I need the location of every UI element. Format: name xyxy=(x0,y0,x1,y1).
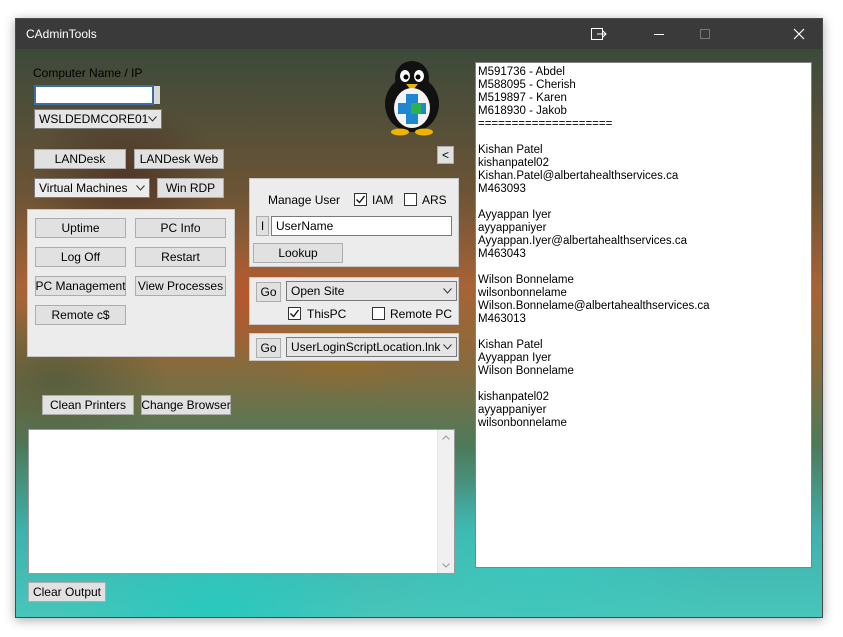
this-pc-checkbox[interactable] xyxy=(288,307,301,320)
output-line: M588095 - Cherish xyxy=(478,79,576,91)
maximize-button[interactable] xyxy=(682,19,728,49)
output-line: Ayyappan.Iyer@albertahealthservices.ca xyxy=(478,235,687,247)
script-select[interactable]: UserLoginScriptLocation.lnk xyxy=(286,337,457,357)
output-textbox[interactable] xyxy=(28,429,455,574)
collapse-button[interactable]: < xyxy=(437,146,454,164)
user-lookup-output[interactable]: M591736 - Abdel M588095 - Cherish M51989… xyxy=(475,62,812,568)
lookup-button[interactable]: Lookup xyxy=(253,243,343,263)
remote-c-button[interactable]: Remote c$ xyxy=(35,305,126,325)
penguin-logo xyxy=(378,56,446,136)
virtual-machines-value: Virtual Machines xyxy=(39,181,128,195)
output-line: Kishan Patel xyxy=(478,144,543,156)
landesk-web-button[interactable]: LANDesk Web xyxy=(134,149,224,169)
go-button[interactable]: Go xyxy=(256,282,281,302)
computer-name-label: Computer Name / IP xyxy=(33,66,143,80)
computer-select[interactable]: WSLDEDMCORE01 xyxy=(34,109,162,129)
chevron-down-icon xyxy=(136,185,145,191)
output-line: wilsonbonnelame xyxy=(478,417,567,429)
output-line: Kishan Patel xyxy=(478,339,543,351)
client-area: Computer Name / IP WSLDEDMCORE01 < LANDe… xyxy=(16,49,822,617)
output-line: M463043 xyxy=(478,248,526,260)
open-site-panel: Go Open Site ThisPC Remote PC xyxy=(249,277,459,325)
app-window: CAdminTools Computer Name / IP WSLDEDMCO… xyxy=(15,18,823,618)
scroll-up-icon[interactable] xyxy=(442,435,450,440)
computer-select-value: WSLDEDMCORE01 xyxy=(39,112,149,126)
output-line: kishanpatel02 xyxy=(478,391,549,403)
info-button[interactable]: I xyxy=(256,216,269,236)
output-line: Ayyappan Iyer xyxy=(478,352,552,364)
output-line: M618930 - Jakob xyxy=(478,105,567,117)
chevron-down-icon xyxy=(443,344,452,350)
log-off-button[interactable]: Log Off xyxy=(35,247,126,267)
output-line: M463013 xyxy=(478,313,526,325)
minimize-button[interactable] xyxy=(636,19,682,49)
manage-user-label: Manage User xyxy=(268,193,341,207)
landesk-button[interactable]: LANDesk xyxy=(34,149,126,169)
input-side-button[interactable] xyxy=(154,86,160,104)
go-script-button[interactable]: Go xyxy=(256,338,281,358)
output-line: ==================== xyxy=(478,118,613,130)
computer-name-input[interactable] xyxy=(34,85,154,105)
window-title: CAdminTools xyxy=(26,27,97,41)
exit-icon[interactable] xyxy=(576,19,622,49)
output-line: Wilson Bonnelame xyxy=(478,274,574,286)
ars-checkbox[interactable] xyxy=(404,193,417,206)
iam-checkbox[interactable] xyxy=(354,193,367,206)
chevron-down-icon xyxy=(443,288,452,294)
output-line: Kishan.Patel@albertahealthservices.ca xyxy=(478,170,679,182)
output-line: ayyappaniyer xyxy=(478,222,547,234)
title-bar[interactable]: CAdminTools xyxy=(16,19,822,49)
restart-button[interactable]: Restart xyxy=(135,247,226,267)
this-pc-label: ThisPC xyxy=(307,307,347,321)
open-site-select[interactable]: Open Site xyxy=(286,281,457,301)
open-site-value: Open Site xyxy=(291,284,345,298)
output-line: M519897 - Karen xyxy=(478,92,567,104)
output-line: kishanpatel02 xyxy=(478,157,549,169)
iam-label: IAM xyxy=(372,193,394,207)
username-input[interactable]: UserName xyxy=(271,216,452,236)
chevron-down-icon xyxy=(148,116,157,122)
remote-pc-label: Remote PC xyxy=(390,307,453,321)
win-rdp-button[interactable]: Win RDP xyxy=(157,178,224,198)
change-browser-button[interactable]: Change Browser xyxy=(141,395,231,415)
output-line: Ayyappan Iyer xyxy=(478,209,552,221)
virtual-machines-select[interactable]: Virtual Machines xyxy=(34,178,150,198)
output-line: ayyappaniyer xyxy=(478,404,547,416)
remote-pc-checkbox[interactable] xyxy=(372,307,385,320)
scroll-down-icon[interactable] xyxy=(442,563,450,568)
view-processes-button[interactable]: View Processes xyxy=(135,276,226,296)
output-line: M463093 xyxy=(478,183,526,195)
pc-management-button[interactable]: PC Management xyxy=(35,276,126,296)
output-scrollbar[interactable] xyxy=(437,430,454,573)
output-line: M591736 - Abdel xyxy=(478,66,565,78)
output-line: Wilson Bonnelame xyxy=(478,365,574,377)
manage-user-panel: Manage User IAM ARS I UserName Lookup xyxy=(249,178,459,267)
pc-info-button[interactable]: PC Info xyxy=(135,218,226,238)
close-button[interactable] xyxy=(776,19,822,49)
pc-actions-panel: Uptime PC Info Log Off Restart PC Manage… xyxy=(27,209,235,357)
clean-printers-button[interactable]: Clean Printers xyxy=(42,395,134,415)
uptime-button[interactable]: Uptime xyxy=(35,218,126,238)
output-line: wilsonbonnelame xyxy=(478,287,567,299)
script-panel: Go UserLoginScriptLocation.lnk xyxy=(249,333,459,361)
output-line: Wilson.Bonnelame@albertahealthservices.c… xyxy=(478,300,710,312)
clear-output-button[interactable]: Clear Output xyxy=(28,582,106,602)
ars-label: ARS xyxy=(422,193,447,207)
script-select-value: UserLoginScriptLocation.lnk xyxy=(291,340,441,354)
